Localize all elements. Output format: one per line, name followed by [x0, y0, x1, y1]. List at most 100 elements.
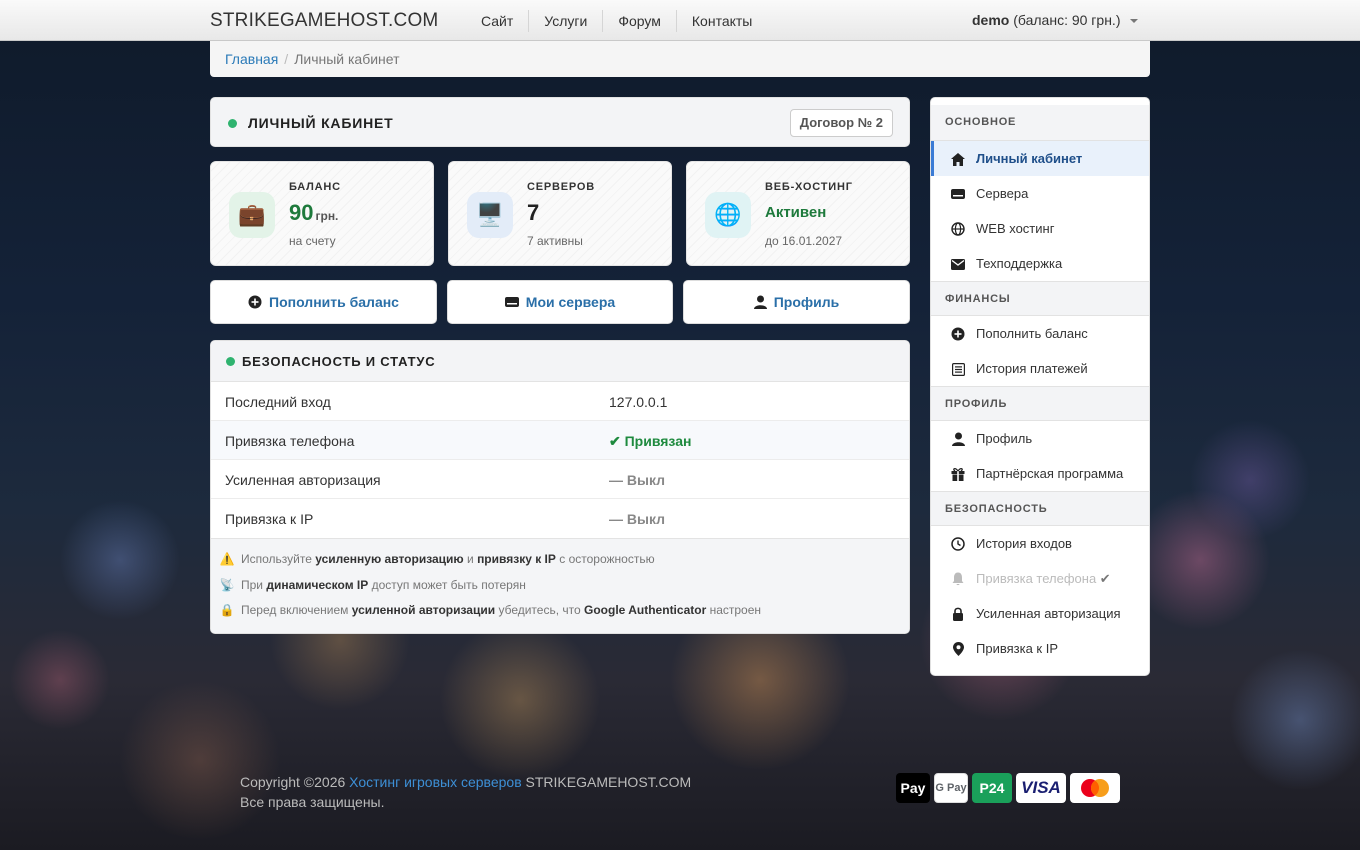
security-panel: БЕЗОПАСНОСТЬ И СТАТУС Последний вход 127… [210, 340, 910, 634]
sidebar-item-label: Личный кабинет [976, 151, 1083, 166]
google-pay-logo: G Pay [934, 773, 968, 803]
user-icon [951, 432, 965, 446]
my-servers-button[interactable]: Мои сервера [447, 280, 673, 324]
sidebar-item-partner-program[interactable]: Партнёрская программа [931, 456, 1149, 491]
stat-value: 7 [527, 200, 540, 225]
sidebar-item-label: Техподдержка [976, 256, 1063, 271]
caret-down-icon [1130, 19, 1139, 24]
stat-label: СЕРВЕРОВ [527, 181, 595, 193]
nav-link-services[interactable]: Услуги [529, 9, 604, 32]
nav-link-site[interactable]: Сайт [466, 9, 530, 32]
topup-button[interactable]: Пополнить баланс [210, 280, 437, 324]
row-key: Усиленная авторизация [225, 472, 381, 488]
sidebar-item-web-hosting[interactable]: WEB хостинг [931, 211, 1149, 246]
my-servers-label: Мои сервера [525, 294, 616, 310]
status-dot [226, 357, 235, 366]
breadcrumb-home[interactable]: Главная [225, 51, 278, 67]
row-key: Привязка телефона [225, 433, 355, 449]
breadcrumb: Главная / Личный кабинет [210, 41, 1150, 77]
sidebar-item-support[interactable]: Техподдержка [931, 246, 1149, 281]
security-title: БЕЗОПАСНОСТЬ И СТАТУС [242, 354, 436, 369]
sidebar-item-label: История входов [976, 536, 1072, 551]
sidebar-item-payment-history[interactable]: История платежей [931, 351, 1149, 386]
row-key: Привязка к IP [225, 511, 314, 527]
sidebar-item-servers[interactable]: Сервера [931, 176, 1149, 211]
page-title: ЛИЧНЫЙ КАБИНЕТ [248, 115, 394, 131]
stat-card-servers: 🖥️ СЕРВЕРОВ 7 7 активны [448, 161, 672, 266]
status-dot [228, 119, 237, 128]
map-pin-icon [951, 642, 965, 656]
breadcrumb-separator: / [284, 51, 289, 67]
contract-button[interactable]: Договор № 2 [789, 109, 893, 137]
gift-icon [951, 467, 965, 481]
sidebar: ОСНОВНОЕ Личный кабинет Сервера WEB хост… [930, 97, 1150, 676]
sidebar-item-ip-binding[interactable]: Привязка к IP [931, 631, 1149, 666]
sidebar-item-profile[interactable]: Профиль [931, 421, 1149, 456]
sidebar-section-title: ПРОФИЛЬ [931, 386, 1149, 421]
mastercard-logo [1070, 773, 1120, 803]
sidebar-item-phone-binding[interactable]: Привязка телефона ✔ [931, 561, 1149, 596]
sidebar-section-title: ФИНАНСЫ [931, 281, 1149, 316]
sidebar-item-2fa[interactable]: Усиленная авторизация [931, 596, 1149, 631]
footer: Copyright ©2026 Хостинг игровых серверов… [240, 772, 691, 812]
sidebar-item-label: Партнёрская программа [976, 466, 1124, 481]
note-item: ⚠️ Используйте усиленную авторизацию и пр… [219, 552, 655, 566]
security-notes: ⚠️ Используйте усиленную авторизацию и пр… [211, 538, 909, 633]
brand-logo[interactable]: STRIKEGAMEHOST.COM [210, 10, 438, 32]
stat-sub: до 16.01.2027 [765, 234, 843, 248]
visa-logo: VISA [1016, 773, 1066, 803]
lock-icon: 🔒 [219, 603, 235, 617]
user-balance: (баланс: 90 грн.) [1013, 12, 1121, 28]
bell-icon [951, 572, 965, 586]
sidebar-section-title: БЕЗОПАСНОСТЬ [931, 491, 1149, 526]
clock-icon [951, 537, 965, 551]
sidebar-item-label: Сервера [976, 186, 1029, 201]
sidebar-item-label: История платежей [976, 361, 1088, 376]
envelope-icon [951, 257, 965, 271]
user-menu[interactable]: demo (баланс: 90 грн.) [972, 12, 1139, 28]
lock-icon [951, 607, 965, 621]
server-icon [504, 296, 519, 308]
sidebar-item-label: Привязка к IP [976, 641, 1058, 656]
sidebar-item-dashboard[interactable]: Личный кабинет [931, 141, 1149, 176]
row-key: Последний вход [225, 394, 331, 410]
note-item: 🔒 Перед включением усиленной авторизации … [219, 603, 762, 617]
sidebar-item-login-history[interactable]: История входов [931, 526, 1149, 561]
sidebar-item-label: Пополнить баланс [976, 326, 1088, 341]
stat-value: 90 грн. [289, 200, 339, 225]
security-header: БЕЗОПАСНОСТЬ И СТАТУС [211, 341, 909, 382]
footer-copyright-line: Copyright ©2026 Хостинг игровых серверов… [240, 774, 692, 790]
profile-label: Профиль [773, 294, 840, 310]
profile-button[interactable]: Профиль [683, 280, 910, 324]
stat-value: Активен [765, 204, 827, 221]
globe-icon [951, 222, 965, 236]
footer-hosting-link[interactable]: Хостинг игровых серверов [349, 774, 521, 790]
sidebar-item-label: WEB хостинг [976, 221, 1055, 236]
footer-rights: Все права защищены. [240, 794, 385, 810]
stat-label: БАЛАНС [289, 181, 341, 193]
sidebar-section-title: ОСНОВНОЕ [931, 105, 1149, 141]
table-row: Привязка телефона ✔ Привязан [211, 421, 909, 460]
warning-icon: ⚠️ [219, 552, 235, 566]
stat-label: ВЕБ-ХОСТИНГ [765, 181, 853, 193]
nav-link-forum[interactable]: Форум [603, 9, 677, 32]
sidebar-item-topup[interactable]: Пополнить баланс [931, 316, 1149, 351]
stat-card-webhosting: 🌐 ВЕБ-ХОСТИНГ Активен до 16.01.2027 [686, 161, 910, 266]
sidebar-item-label: Усиленная авторизация [976, 606, 1121, 621]
user-icon [753, 295, 767, 309]
note-item: 📡 При динамическом IP доступ может быть п… [219, 578, 526, 592]
p24-logo: P24 [972, 773, 1012, 803]
username: demo [972, 12, 1010, 28]
table-row: Последний вход 127.0.0.1 [211, 382, 909, 421]
monitor-icon: 🖥️ [467, 192, 513, 238]
topup-label: Пополнить баланс [269, 294, 399, 310]
top-navbar: STRIKEGAMEHOST.COM Сайт Услуги Форум Кон… [0, 0, 1360, 41]
plus-circle-icon [248, 295, 262, 309]
nav-link-contacts[interactable]: Контакты [677, 10, 767, 32]
stat-card-balance: 💼 БАЛАНС 90 грн. на счету [210, 161, 434, 266]
row-value: — Выкл [609, 511, 666, 527]
row-value: 127.0.0.1 [609, 394, 668, 410]
stat-sub: 7 активны [527, 234, 583, 248]
list-icon [951, 362, 965, 376]
briefcase-icon: 💼 [229, 192, 275, 238]
